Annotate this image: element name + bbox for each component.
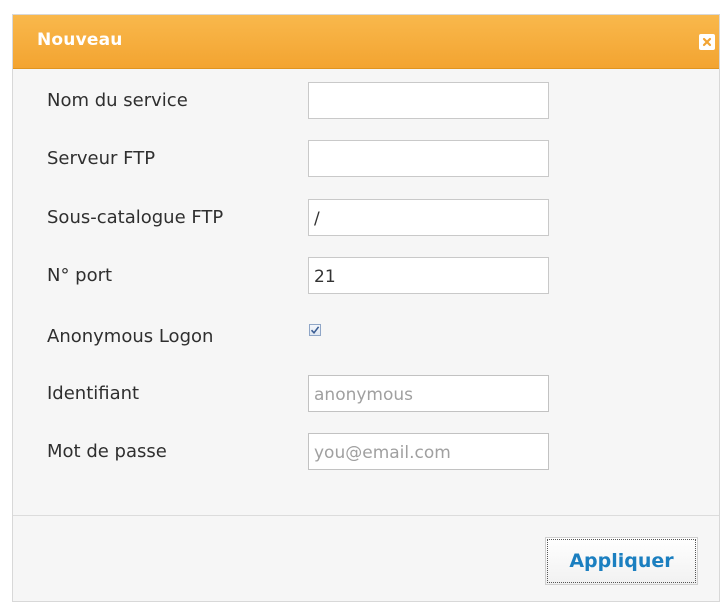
ftp-subdir-input[interactable]	[308, 199, 549, 236]
port-label: N° port	[47, 265, 113, 286]
ftp-subdir-row: Sous-catalogue FTP	[47, 199, 567, 237]
service-name-input[interactable]	[308, 82, 549, 119]
anonymous-logon-label: Anonymous Logon	[47, 326, 214, 347]
username-row: Identifiant	[47, 375, 567, 413]
ftp-server-row: Serveur FTP	[47, 140, 567, 178]
checkmark-icon	[310, 326, 320, 335]
apply-button[interactable]: Appliquer	[545, 537, 698, 585]
anonymous-logon-row: Anonymous Logon	[47, 318, 567, 356]
footer-divider	[13, 515, 719, 516]
password-label: Mot de passe	[47, 441, 167, 462]
anonymous-logon-checkbox[interactable]	[309, 324, 321, 336]
service-name-label: Nom du service	[47, 90, 188, 111]
new-ftp-service-dialog: Nouveau Nom du service Serveur FTP Sous-…	[12, 14, 720, 602]
service-name-row: Nom du service	[47, 82, 567, 120]
dialog-titlebar[interactable]: Nouveau	[13, 15, 719, 69]
close-icon[interactable]	[699, 34, 715, 50]
password-row: Mot de passe	[47, 433, 567, 471]
password-input	[308, 433, 549, 470]
ftp-server-label: Serveur FTP	[47, 148, 156, 169]
ftp-subdir-label: Sous-catalogue FTP	[47, 207, 224, 228]
dialog-title: Nouveau	[37, 30, 123, 50]
ftp-server-input[interactable]	[308, 140, 549, 177]
username-input	[308, 375, 549, 412]
port-row: N° port	[47, 257, 567, 295]
port-input[interactable]	[308, 257, 549, 294]
username-label: Identifiant	[47, 383, 140, 404]
